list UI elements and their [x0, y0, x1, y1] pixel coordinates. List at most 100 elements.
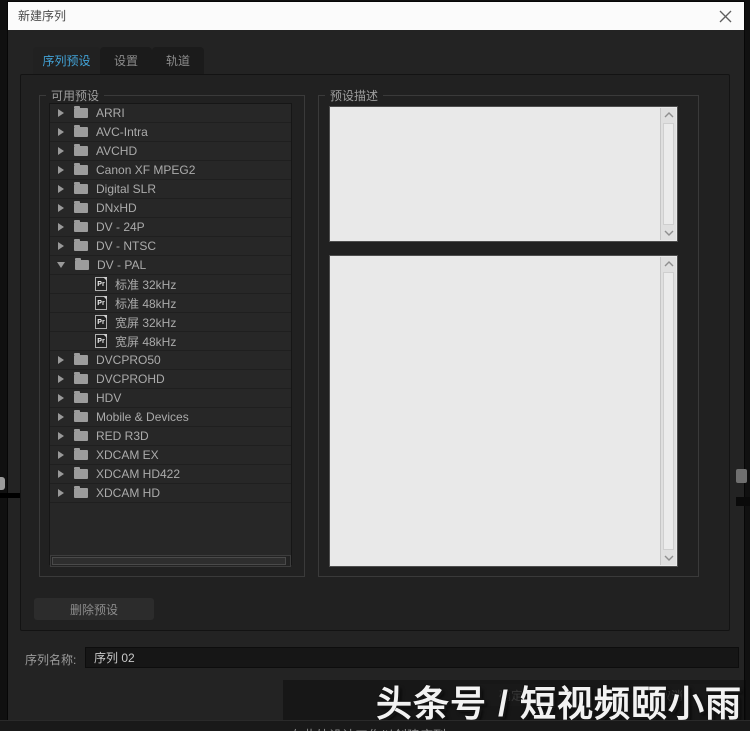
tab-tracks[interactable]: 轨道	[152, 47, 204, 74]
caret-right-icon[interactable]	[58, 413, 64, 421]
premiere-preset-icon: Pr	[95, 277, 107, 291]
tree-preset-row[interactable]: Pr 标准 48kHz	[50, 294, 291, 313]
tree-folder-row[interactable]: Canon XF MPEG2	[50, 161, 291, 180]
description-top-scrollbar[interactable]	[660, 108, 676, 240]
caret-right-icon[interactable]	[58, 166, 64, 174]
tree-folder-row[interactable]: XDCAM HD	[50, 484, 291, 503]
folder-icon	[74, 353, 88, 365]
delete-preset-button[interactable]: 删除预设	[34, 598, 154, 620]
folder-icon	[74, 467, 88, 479]
tree-scrollbar-thumb[interactable]	[52, 557, 286, 565]
folder-icon	[74, 429, 88, 441]
scrollbar-thumb[interactable]	[663, 272, 674, 550]
tree-item-label: RED R3D	[96, 429, 149, 443]
tree-folder-row[interactable]: DV - 24P	[50, 218, 291, 237]
tree-horizontal-scrollbar[interactable]	[50, 555, 291, 567]
tree-preset-row[interactable]: Pr 宽屏 48kHz	[50, 332, 291, 351]
caret-right-icon[interactable]	[58, 470, 64, 478]
caret-right-icon[interactable]	[58, 489, 64, 497]
tab-content-panel: 可用预设 ARRI AVC-Intra AVCHD Canon XF MPEG2 Dig…	[20, 74, 730, 631]
tree-folder-row[interactable]: Digital SLR	[50, 180, 291, 199]
tree-folder-row[interactable]: DV - PAL	[50, 256, 291, 275]
caret-right-icon[interactable]	[58, 109, 64, 117]
tree-folder-row[interactable]: XDCAM EX	[50, 446, 291, 465]
caret-right-icon[interactable]	[58, 356, 64, 364]
scrollbar-thumb[interactable]	[663, 123, 674, 225]
screen: 新建序列 序列预设 设置 轨道 可用预设 ARRI AVC-Intra AVCHD Can…	[0, 0, 750, 731]
caret-right-icon[interactable]	[58, 432, 64, 440]
tree-item-label: DNxHD	[96, 201, 137, 215]
folder-icon	[74, 182, 88, 194]
tree-folder-row[interactable]: DV - NTSC	[50, 237, 291, 256]
tree-folder-row[interactable]: XDCAM HD422	[50, 465, 291, 484]
scroll-up-button[interactable]	[661, 108, 676, 122]
folder-icon	[74, 163, 88, 175]
tree-folder-row[interactable]: DVCPRO50	[50, 351, 291, 370]
dialog-title: 新建序列	[18, 9, 67, 23]
tree-item-label: 宽屏 32kHz	[115, 315, 177, 330]
available-presets-label: 可用预设	[46, 88, 105, 104]
folder-icon	[74, 391, 88, 403]
caret-right-icon[interactable]	[58, 451, 64, 459]
folder-icon	[74, 144, 88, 156]
tree-item-label: XDCAM HD	[96, 486, 161, 500]
screen-edge-artifact	[736, 469, 747, 483]
caret-right-icon[interactable]	[58, 185, 64, 193]
tree-folder-row[interactable]: Mobile & Devices	[50, 408, 291, 427]
caret-right-icon[interactable]	[58, 147, 64, 155]
caret-right-icon[interactable]	[58, 128, 64, 136]
close-button[interactable]	[717, 8, 734, 25]
tree-item-label: 宽屏 48kHz	[115, 334, 177, 349]
folder-icon	[74, 106, 88, 118]
tree-item-label: DV - 24P	[96, 220, 145, 234]
tree-item-label: DVCPROHD	[96, 372, 165, 386]
chevron-up-icon	[664, 112, 673, 118]
scroll-up-button[interactable]	[661, 257, 676, 271]
tree-item-label: Digital SLR	[96, 182, 157, 196]
caret-right-icon[interactable]	[58, 223, 64, 231]
tree-preset-row[interactable]: Pr 宽屏 32kHz	[50, 313, 291, 332]
close-icon	[719, 10, 732, 23]
tree-folder-row[interactable]: AVC-Intra	[50, 123, 291, 142]
caret-right-icon[interactable]	[58, 204, 64, 212]
scroll-down-button[interactable]	[661, 551, 676, 565]
preset-tree[interactable]: ARRI AVC-Intra AVCHD Canon XF MPEG2 Digital …	[49, 103, 292, 565]
dialog-tabs: 序列预设 设置 轨道	[33, 47, 204, 74]
folder-icon	[74, 125, 88, 137]
tree-folder-row[interactable]: RED R3D	[50, 427, 291, 446]
tree-folder-row[interactable]: HDV	[50, 389, 291, 408]
tab-sequence-presets[interactable]: 序列预设	[33, 47, 100, 74]
tree-folder-row[interactable]: DNxHD	[50, 199, 291, 218]
sequence-name-label: 序列名称:	[25, 653, 77, 667]
premiere-preset-icon: Pr	[95, 315, 107, 329]
dialog-titlebar[interactable]: 新建序列	[8, 2, 744, 30]
folder-icon	[74, 486, 88, 498]
tab-settings[interactable]: 设置	[100, 47, 152, 74]
available-presets-group: 可用预设 ARRI AVC-Intra AVCHD Canon XF MPEG2 Dig…	[39, 88, 305, 577]
tree-item-label: 标准 32kHz	[115, 277, 177, 292]
tree-item-label: AVC-Intra	[96, 125, 148, 139]
tree-folder-row[interactable]: DVCPROHD	[50, 370, 291, 389]
chevron-down-icon	[664, 230, 673, 236]
background-hint-text: 在此处设计工作以创建序列	[290, 725, 446, 731]
tree-preset-row[interactable]: Pr 标准 32kHz	[50, 275, 291, 294]
caret-right-icon[interactable]	[58, 242, 64, 250]
tree-item-label: DV - PAL	[97, 258, 147, 272]
tree-folder-row[interactable]: ARRI	[50, 104, 291, 123]
chevron-down-icon	[664, 555, 673, 561]
folder-icon	[74, 220, 88, 232]
description-bottom-scrollbar[interactable]	[660, 257, 676, 565]
folder-icon	[74, 410, 88, 422]
chevron-up-icon	[664, 261, 673, 267]
folder-icon	[75, 258, 89, 270]
background-strip: 在此处设计工作以创建序列	[0, 720, 750, 731]
tree-folder-row[interactable]: AVCHD	[50, 142, 291, 161]
caret-right-icon[interactable]	[58, 394, 64, 402]
caret-right-icon[interactable]	[58, 375, 64, 383]
description-box-bottom	[329, 255, 678, 567]
scroll-down-button[interactable]	[661, 226, 676, 240]
new-sequence-dialog: 新建序列 序列预设 设置 轨道 可用预设 ARRI AVC-Intra AVCHD Can…	[8, 2, 744, 720]
sequence-name-input[interactable]	[85, 647, 739, 668]
caret-down-icon[interactable]	[57, 262, 65, 268]
tree-item-label: Canon XF MPEG2	[96, 163, 196, 177]
